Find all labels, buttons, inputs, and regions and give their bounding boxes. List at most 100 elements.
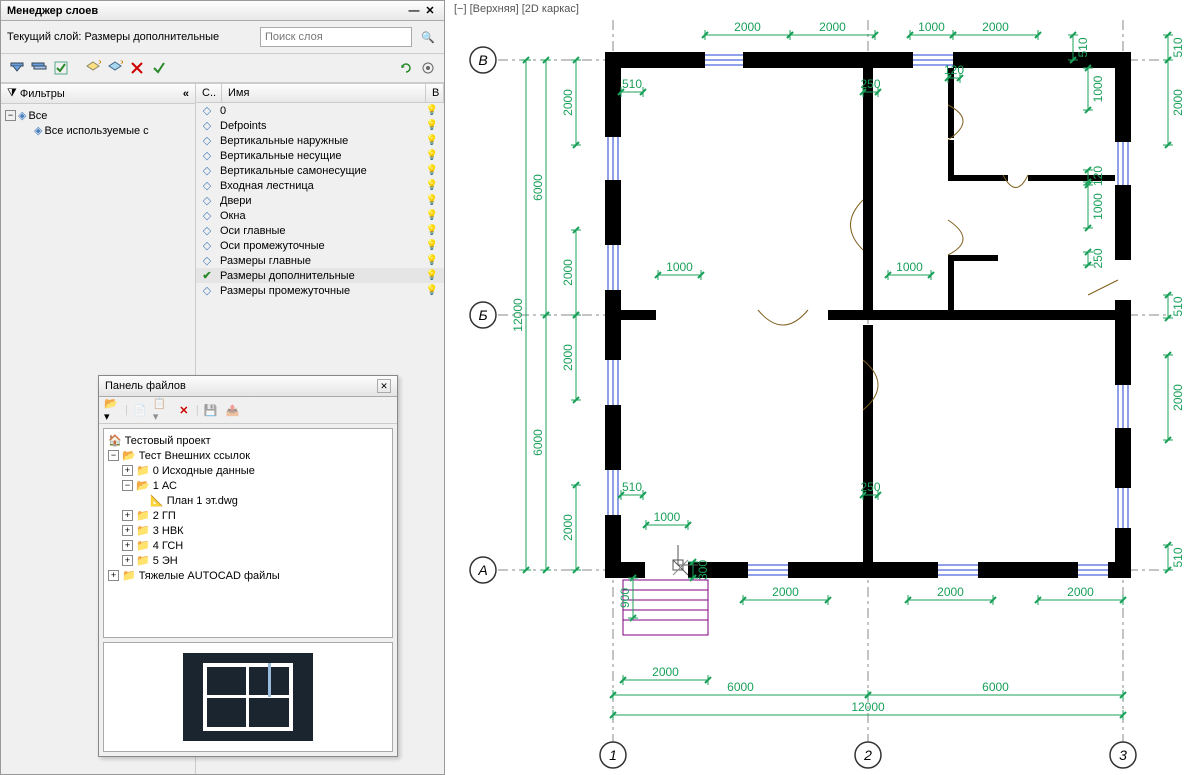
layer-row[interactable]: ◇Оси промежуточные💡 (196, 238, 444, 253)
close-button[interactable]: ✕ (422, 4, 438, 18)
lightbulb-icon[interactable]: 💡 (426, 210, 438, 221)
svg-text:510: 510 (1171, 37, 1185, 57)
drawing-canvas[interactable]: [−] [Верхняя] [2D каркас] В Б А 1 2 3 (448, 0, 1194, 775)
layer-search-input[interactable] (260, 27, 412, 47)
svg-text:250: 250 (860, 480, 880, 494)
tree-expand-icon[interactable]: + (122, 540, 133, 551)
refresh-icon[interactable] (396, 58, 416, 78)
tree-folder-1-4[interactable]: + 📁 3 НВК (108, 523, 388, 538)
export-icon[interactable]: 📤 (223, 400, 243, 420)
copy-icon[interactable]: 📋▾ (152, 400, 172, 420)
dwg-file-icon: 📐 (150, 494, 164, 507)
layer-row[interactable]: ◇Вертикальные несущие💡 (196, 148, 444, 163)
lightbulb-icon[interactable]: 💡 (426, 240, 438, 251)
col-name[interactable]: Имя (222, 84, 426, 102)
tree-expand-icon[interactable]: − (5, 110, 16, 121)
layer-icon: ◇ (200, 164, 214, 177)
filter-used-row[interactable]: ◈ Все используемые с (5, 123, 191, 138)
file-preview (103, 642, 393, 752)
svg-text:✶: ✶ (119, 60, 123, 69)
layer-row[interactable]: ◇Оси главные💡 (196, 223, 444, 238)
lightbulb-icon[interactable]: 💡 (426, 255, 438, 266)
lightbulb-icon[interactable]: 💡 (426, 120, 438, 131)
layer-row[interactable]: ◇Defpoints💡 (196, 118, 444, 133)
layer-row[interactable]: ◇Вертикальные наружные💡 (196, 133, 444, 148)
file-tree[interactable]: 🏠 Тестовый проект − 📂 Тест Внешних ссыло… (103, 428, 393, 638)
layer-name: Вертикальные несущие (220, 150, 420, 162)
new-layer-vp-icon[interactable]: ✶ (105, 58, 125, 78)
svg-text:2000: 2000 (561, 89, 575, 116)
tree-file-dwg[interactable]: 📐 План 1 эт.dwg (108, 493, 388, 508)
lightbulb-icon[interactable]: 💡 (426, 180, 438, 191)
tree-folder-1[interactable]: − 📂 Тест Внешних ссылок (108, 448, 388, 463)
lightbulb-icon[interactable]: 💡 (426, 195, 438, 206)
layer-row[interactable]: ◇Размеры главные💡 (196, 253, 444, 268)
new-file-icon[interactable]: 📄 (130, 400, 150, 420)
lightbulb-icon[interactable]: 💡 (426, 165, 438, 176)
tree-folder-1-6[interactable]: + 📁 5 ЭН (108, 553, 388, 568)
tree-expand-icon[interactable]: + (122, 465, 133, 476)
file-panel-toolbar: 📂▾ | 📄 📋▾ ✕ | 💾 📤 (99, 397, 397, 424)
svg-text:3: 3 (1119, 747, 1127, 763)
layer-icon: ◇ (200, 224, 214, 237)
col-status[interactable]: С.. (196, 84, 222, 102)
lightbulb-icon[interactable]: 💡 (426, 135, 438, 146)
layer-manager-titlebar[interactable]: Менеджер слоев — ✕ (1, 1, 444, 21)
tree-collapse-icon[interactable]: − (122, 480, 133, 491)
settings-icon[interactable] (418, 58, 438, 78)
tree-folder-1-3[interactable]: + 📁 2 ГП (108, 508, 388, 523)
layer-row[interactable]: ◇0💡 (196, 103, 444, 118)
svg-text:Б: Б (478, 307, 487, 323)
lightbulb-icon[interactable]: 💡 (426, 285, 438, 296)
svg-text:В: В (478, 52, 487, 68)
filters-header: ⧩ Фильтры « (1, 84, 195, 104)
tree-folder-1-2[interactable]: − 📂 1 АС (108, 478, 388, 493)
layer-row[interactable]: ◇Окна💡 (196, 208, 444, 223)
col-on[interactable]: В (426, 84, 444, 102)
lightbulb-icon[interactable]: 💡 (426, 150, 438, 161)
file-panel-window[interactable]: Панель файлов ✕ 📂▾ | 📄 📋▾ ✕ | 💾 📤 🏠 Тест… (98, 375, 398, 757)
layers-columns-header[interactable]: С.. Имя В (196, 84, 444, 103)
filter-all-row[interactable]: − ◈ Все (5, 108, 191, 123)
tree-folder-1-1[interactable]: + 📁 0 Исходные данные (108, 463, 388, 478)
minimize-button[interactable]: — (406, 4, 422, 18)
delete-layer-icon[interactable] (127, 58, 147, 78)
layer-row[interactable]: ◇Вертикальные самонесущие💡 (196, 163, 444, 178)
tree-expand-icon[interactable]: + (122, 525, 133, 536)
file-panel-titlebar[interactable]: Панель файлов ✕ (99, 376, 397, 397)
tree-expand-icon[interactable]: + (108, 570, 119, 581)
layer-row[interactable]: ◇Двери💡 (196, 193, 444, 208)
collapse-filters-icon[interactable]: « (183, 88, 189, 100)
layer-row[interactable]: ◇Размеры промежуточные💡 (196, 283, 444, 298)
svg-text:2000: 2000 (561, 514, 575, 541)
delete-icon[interactable]: ✕ (174, 400, 194, 420)
tree-expand-icon[interactable]: + (122, 510, 133, 521)
layer-row[interactable]: ◇Входная лестница💡 (196, 178, 444, 193)
tree-collapse-icon[interactable]: − (108, 450, 119, 461)
svg-text:250: 250 (860, 77, 880, 91)
project-icon: 🏠 (108, 434, 122, 447)
save-icon[interactable]: 💾 (201, 400, 221, 420)
tree-root[interactable]: 🏠 Тестовый проект (108, 433, 388, 448)
svg-text:1: 1 (609, 747, 617, 763)
lightbulb-icon[interactable]: 💡 (426, 225, 438, 236)
svg-text:2000: 2000 (937, 585, 964, 599)
svg-text:2000: 2000 (1171, 384, 1185, 411)
layer-name: Оси промежуточные (220, 240, 420, 252)
tree-folder-1-5[interactable]: + 📁 4 ГСН (108, 538, 388, 553)
layer-row[interactable]: ✔Размеры дополнительные💡 (196, 268, 444, 283)
new-filter-icon[interactable] (7, 58, 27, 78)
open-folder-icon[interactable]: 📂▾ (103, 400, 123, 420)
new-layer-icon[interactable]: ✶ (83, 58, 103, 78)
tree-expand-icon[interactable]: + (122, 555, 133, 566)
file-panel-close-button[interactable]: ✕ (377, 379, 391, 393)
new-group-filter-icon[interactable] (29, 58, 49, 78)
set-current-icon[interactable] (149, 58, 169, 78)
search-icon[interactable]: 🔍 (418, 27, 438, 47)
lightbulb-icon[interactable]: 💡 (426, 270, 438, 281)
filters-tree[interactable]: − ◈ Все ◈ Все используемые с (1, 104, 195, 142)
tree-folder-2[interactable]: + 📁 Тяжелые AUTOCAD файлы (108, 568, 388, 583)
layer-states-icon[interactable] (51, 58, 71, 78)
lightbulb-icon[interactable]: 💡 (426, 105, 438, 116)
svg-text:1000: 1000 (896, 260, 923, 274)
